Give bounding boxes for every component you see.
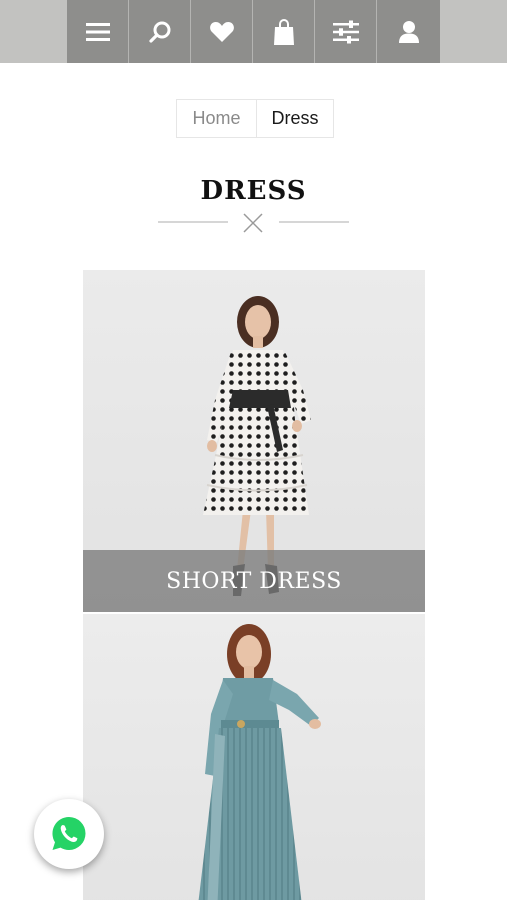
search-button[interactable] bbox=[129, 0, 191, 63]
product-card-short-dress[interactable]: SHORT DRESS bbox=[83, 270, 425, 612]
breadcrumb-current: Dress bbox=[271, 108, 319, 128]
user-icon bbox=[398, 20, 419, 43]
breadcrumb-home-link[interactable]: Home bbox=[177, 100, 257, 137]
header-icon-bar bbox=[67, 0, 440, 63]
menu-icon bbox=[85, 22, 110, 41]
title-divider-ornament bbox=[158, 213, 349, 233]
whatsapp-icon bbox=[52, 816, 86, 850]
cart-button[interactable] bbox=[253, 0, 315, 63]
heart-icon bbox=[209, 21, 234, 42]
filter-icon bbox=[332, 20, 359, 43]
wishlist-button[interactable] bbox=[191, 0, 253, 63]
product-card-long-dress[interactable] bbox=[83, 614, 425, 900]
top-header bbox=[0, 0, 507, 63]
shopping-bag-icon bbox=[273, 18, 294, 45]
breadcrumb: Home Dress bbox=[176, 99, 334, 138]
whatsapp-button[interactable] bbox=[34, 799, 104, 869]
product-image-long-dress bbox=[83, 614, 425, 900]
search-icon bbox=[148, 21, 170, 43]
product-label: SHORT DRESS bbox=[83, 550, 425, 612]
filter-button[interactable] bbox=[315, 0, 377, 63]
account-button[interactable] bbox=[377, 0, 440, 63]
menu-button[interactable] bbox=[67, 0, 129, 63]
page-title: DRESS bbox=[200, 176, 307, 206]
